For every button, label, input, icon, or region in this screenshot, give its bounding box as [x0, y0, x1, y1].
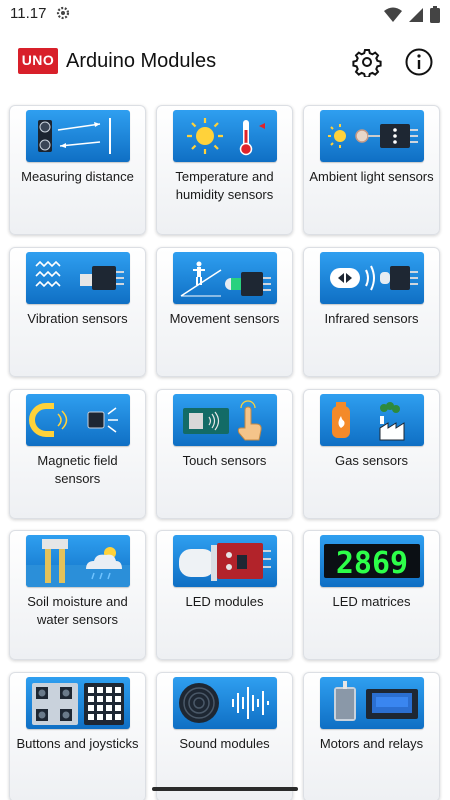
- module-card-led-modules[interactable]: LED modules: [156, 530, 293, 660]
- sound-module-icon: [173, 677, 277, 729]
- module-card-vibration[interactable]: Vibration sensors: [9, 247, 146, 377]
- module-label: Measuring distance: [21, 169, 134, 184]
- module-label: Gas sensors: [335, 453, 408, 468]
- module-label: Vibration sensors: [27, 311, 128, 326]
- module-card-infrared[interactable]: Infrared sensors: [303, 247, 440, 377]
- module-label: Infrared sensors: [324, 311, 419, 326]
- light-sensor-icon: [320, 110, 424, 162]
- module-label: Temperature and humidity sensors: [175, 169, 274, 202]
- module-card-measuring-distance[interactable]: Measuring distance: [9, 105, 146, 235]
- module-card-movement[interactable]: Movement sensors: [156, 247, 293, 377]
- module-card-soil-moisture[interactable]: Soil moisture and water sensors: [9, 530, 146, 660]
- module-label: Sound modules: [179, 736, 270, 751]
- module-card-sound[interactable]: Sound modules: [156, 672, 293, 800]
- movement-sensor-icon: [173, 252, 277, 304]
- module-card-led-matrices[interactable]: 2869 LED matrices: [303, 530, 440, 660]
- temperature-sun-icon: [173, 110, 277, 162]
- module-grid: Measuring distance Temperature and humid…: [0, 0, 450, 800]
- module-label: Motors and relays: [319, 736, 424, 751]
- led-module-icon: [173, 535, 277, 587]
- module-label: LED matrices: [332, 594, 411, 609]
- module-label: Buttons and joysticks: [16, 736, 139, 751]
- module-card-motors-relays[interactable]: Motors and relays: [303, 672, 440, 800]
- magnet-sensor-icon: [26, 394, 130, 446]
- module-label: Magnetic field sensors: [37, 453, 118, 486]
- module-card-temperature-humidity[interactable]: Temperature and humidity sensors: [156, 105, 293, 235]
- module-card-gas[interactable]: Gas sensors: [303, 389, 440, 519]
- buttons-keypad-icon: [26, 677, 130, 729]
- module-label: Touch sensors: [182, 453, 267, 468]
- soil-moisture-icon: [26, 535, 130, 587]
- module-card-touch[interactable]: Touch sensors: [156, 389, 293, 519]
- module-card-ambient-light[interactable]: Ambient light sensors: [303, 105, 440, 235]
- display-digits: 2869: [336, 546, 408, 581]
- module-label: Movement sensors: [169, 311, 280, 326]
- touch-sensor-icon: [173, 394, 277, 446]
- motor-relay-icon: [320, 677, 424, 729]
- gas-sensor-icon: [320, 394, 424, 446]
- module-card-magnetic-field[interactable]: Magnetic field sensors: [9, 389, 146, 519]
- infrared-sensor-icon: [320, 252, 424, 304]
- seven-segment-display-icon: 2869: [320, 535, 424, 587]
- module-card-buttons-joysticks[interactable]: Buttons and joysticks: [9, 672, 146, 800]
- module-label: Ambient light sensors: [309, 169, 434, 184]
- distance-sensor-icon: [26, 110, 130, 162]
- vibration-sensor-icon: [26, 252, 130, 304]
- module-label: Soil moisture and water sensors: [27, 594, 128, 627]
- home-indicator[interactable]: [152, 787, 298, 791]
- module-label: LED modules: [185, 594, 264, 609]
